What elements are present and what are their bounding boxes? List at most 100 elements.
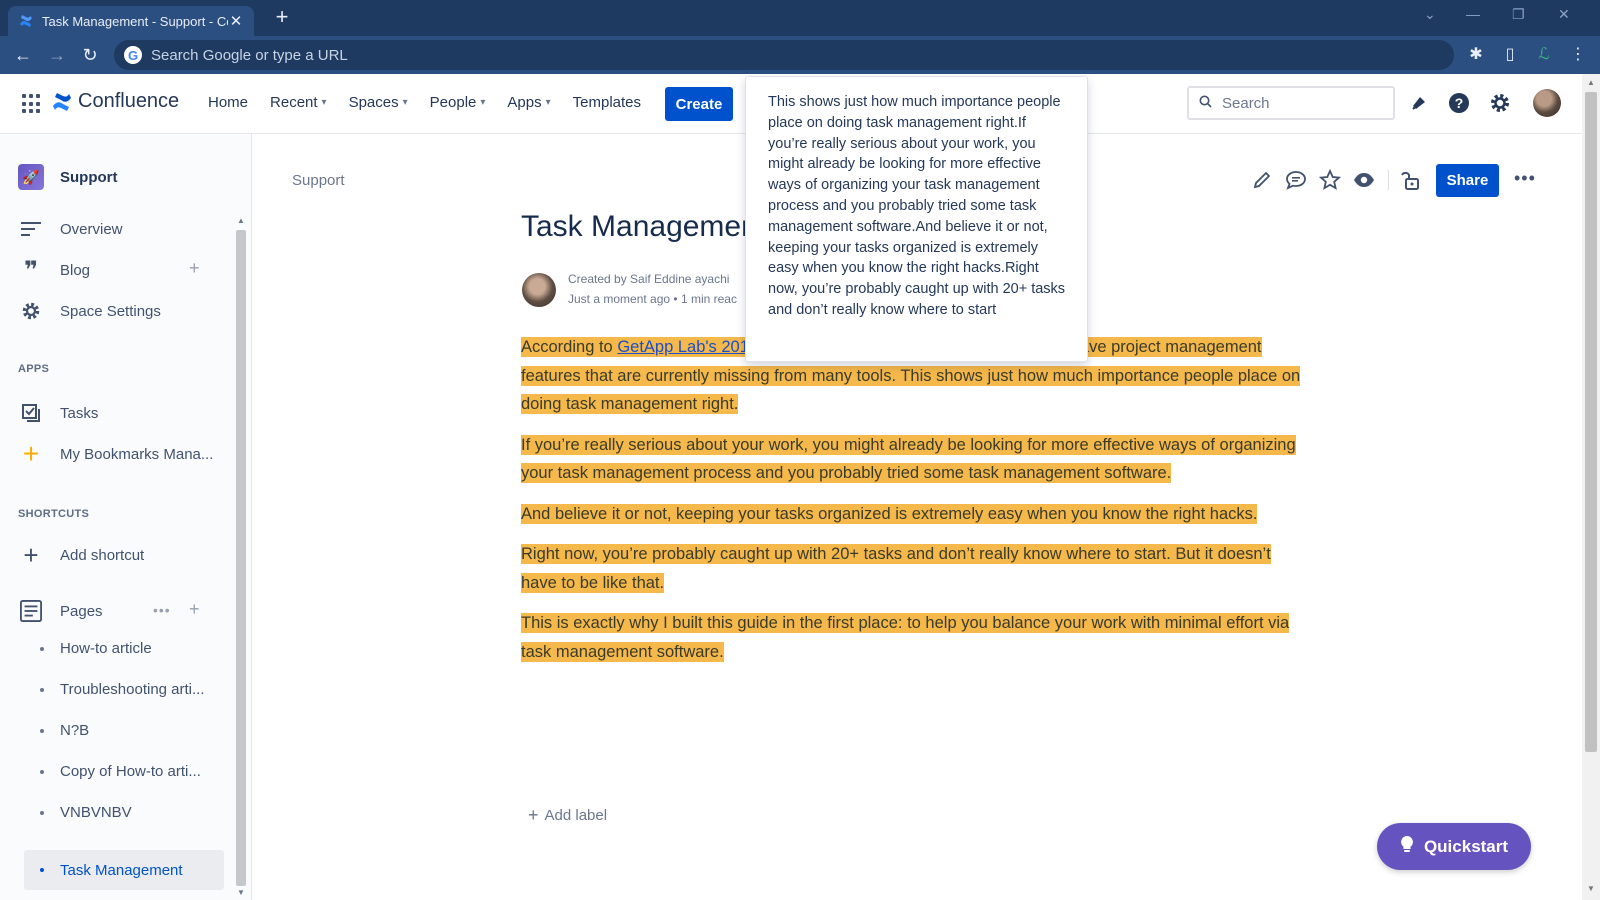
quickstart-button[interactable]: Quickstart (1377, 823, 1531, 870)
settings-icon[interactable] (1487, 90, 1513, 116)
tab-close-icon[interactable]: ✕ (228, 12, 244, 30)
sidebar-item-tasks[interactable]: Tasks (20, 402, 98, 424)
side-panel-icon[interactable]: ▯ (1500, 45, 1520, 65)
highlighted-text: features that are currently missing from… (521, 365, 1301, 414)
nav-templates[interactable]: Templates (573, 94, 641, 111)
scroll-up-icon[interactable]: ▲ (1582, 78, 1600, 87)
browser-menu-icon[interactable]: ⋮ (1568, 45, 1588, 65)
space-header[interactable]: 🚀 Support (18, 164, 118, 190)
edit-icon[interactable] (1250, 168, 1274, 192)
page-item-label: How-to article (60, 640, 152, 657)
getapp-lab-link[interactable]: GetApp Lab's 201 (617, 338, 749, 356)
paragraph: And believe it or not, keeping your task… (521, 500, 1311, 529)
more-actions-icon[interactable]: ••• (1514, 168, 1536, 189)
page-item-vnbvnbv[interactable]: VNBVNBV (40, 804, 132, 821)
pages-more-icon[interactable]: ••• (153, 602, 171, 618)
created-time: Just a moment ago (568, 292, 671, 306)
created-by: Created by Saif Eddine ayachi (568, 272, 730, 286)
page-item-copy-how-to[interactable]: Copy of How-to arti... (40, 763, 201, 780)
create-button[interactable]: Create (665, 87, 733, 121)
highlighted-text: This is exactly why I built this guide i… (521, 613, 1290, 662)
add-shortcut[interactable]: + Add shortcut (20, 539, 144, 570)
confluence-logo-icon (53, 92, 71, 111)
nav-home-label: Home (208, 94, 249, 111)
window-close-icon[interactable]: ✕ (1558, 6, 1570, 23)
search-input[interactable]: Search (1187, 86, 1395, 120)
nav-people[interactable]: People ▾ (430, 94, 486, 111)
forward-icon[interactable]: → (46, 44, 68, 66)
search-icon (1199, 95, 1212, 111)
star-icon[interactable] (1318, 168, 1342, 192)
sidebar-item-bookmarks[interactable]: + My Bookmarks Mana... (20, 438, 214, 469)
sidebar-scrollbar[interactable]: ▲ ▼ (234, 216, 248, 898)
watch-icon[interactable] (1352, 168, 1376, 192)
browser-tab[interactable]: Task Management - Support - Co ✕ (8, 6, 254, 36)
tab-search-icon[interactable]: ⌄ (1424, 6, 1436, 23)
share-button[interactable]: Share (1436, 164, 1499, 197)
page-item-label: N?B (60, 722, 90, 739)
scroll-down-icon[interactable]: ▼ (1582, 884, 1600, 893)
add-page-icon[interactable]: + (189, 599, 200, 620)
sidebar-item-label: Space Settings (60, 302, 161, 320)
sidebar-item-pages[interactable]: Pages (20, 600, 103, 622)
profile-extension-icon[interactable]: ℒ (1534, 45, 1554, 65)
scroll-up-icon[interactable]: ▲ (236, 216, 246, 225)
popup-text: This shows just how much importance peop… (768, 94, 1066, 318)
highlighted-text: If you’re really serious about your work… (521, 434, 1296, 483)
page-scroll-thumb[interactable] (1585, 92, 1597, 752)
nav-home[interactable]: Home (208, 94, 248, 111)
page-item-how-to[interactable]: How-to article (40, 640, 152, 657)
restrictions-unlock-icon[interactable] (1399, 168, 1423, 192)
sidebar-item-blog[interactable]: ❞ Blog (20, 257, 90, 284)
extensions-icon[interactable]: ✱ (1466, 45, 1486, 65)
para1-start: According to (521, 338, 618, 356)
chevron-down-icon: ▾ (321, 97, 327, 108)
reload-icon[interactable]: ↻ (79, 44, 101, 66)
chevron-down-icon: ▾ (480, 97, 486, 108)
search-placeholder: Search (1222, 94, 1270, 112)
sidebar-item-space-settings[interactable]: Space Settings (20, 300, 161, 322)
scroll-down-icon[interactable]: ▼ (236, 888, 246, 897)
highlighted-text: According to GetApp Lab's 201 (521, 337, 749, 357)
read-time: 1 min reac (680, 292, 737, 306)
add-label-text: Add label (544, 807, 608, 824)
confluence-logo[interactable]: Confluence (52, 90, 179, 113)
page-title: Task Managemen (521, 210, 758, 243)
author-avatar[interactable] (522, 273, 556, 307)
confluence-favicon-icon (18, 13, 34, 29)
add-label-button[interactable]: + Add label (528, 805, 607, 826)
help-icon[interactable]: ? (1446, 90, 1472, 116)
nav-spaces[interactable]: Spaces ▾ (349, 94, 408, 111)
top-nav: Home Recent ▾ Spaces ▾ People ▾ Apps ▾ Templ… (208, 94, 641, 111)
omnibox-placeholder: Search Google or type a URL (151, 46, 348, 64)
svg-text:?: ? (1455, 95, 1464, 111)
plus-icon: + (22, 438, 40, 469)
space-rocket-icon: 🚀 (18, 164, 44, 190)
breadcrumb[interactable]: Support (292, 172, 345, 189)
plus-icon: + (23, 539, 39, 570)
add-blog-icon[interactable]: + (189, 258, 200, 279)
restore-icon[interactable]: ❐ (1512, 6, 1525, 23)
nav-recent[interactable]: Recent ▾ (270, 94, 327, 111)
nav-apps[interactable]: Apps ▾ (507, 94, 550, 111)
comment-icon[interactable] (1284, 168, 1308, 192)
sidebar-scroll-thumb[interactable] (236, 230, 246, 886)
new-tab-icon[interactable]: + (270, 6, 294, 30)
minimize-icon[interactable]: — (1466, 6, 1480, 22)
user-avatar[interactable] (1533, 89, 1561, 117)
page-item-task-management[interactable]: Task Management (24, 850, 224, 890)
notifications-icon[interactable] (1406, 90, 1432, 116)
paragraph: If you’re really serious about your work… (521, 431, 1311, 488)
highlighted-text: Right now, you’re probably caught up wit… (521, 544, 1271, 593)
back-icon[interactable]: ← (12, 44, 34, 66)
omnibox[interactable]: G Search Google or type a URL (114, 40, 1454, 70)
tab-title: Task Management - Support - Co (42, 13, 228, 29)
page-item-nb[interactable]: N?B (40, 722, 89, 739)
page-item-troubleshooting[interactable]: Troubleshooting arti... (40, 681, 205, 698)
app-switcher-icon[interactable] (22, 94, 42, 114)
sidebar-item-overview[interactable]: Overview (20, 218, 123, 240)
gear-icon (20, 300, 42, 322)
page-scrollbar[interactable]: ▲ ▼ (1582, 74, 1600, 900)
sidebar-item-label: Overview (60, 220, 123, 238)
brand-name: Confluence (78, 90, 180, 112)
